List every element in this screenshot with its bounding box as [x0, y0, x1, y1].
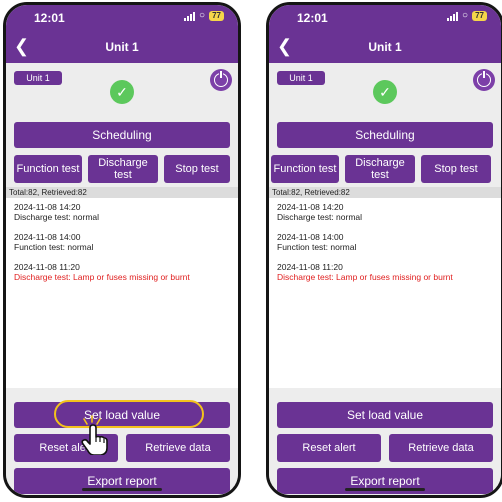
- list-item: 2024-11-08 14:00 Function test: normal: [14, 232, 93, 252]
- app-header: 12:01 ○ 77 ❮ Unit 1: [6, 5, 238, 63]
- retrieve-data-button[interactable]: Retrieve data: [389, 434, 493, 462]
- power-icon[interactable]: [473, 69, 495, 91]
- test-log-list: 2024-11-08 14:20 Discharge test: normal …: [269, 198, 501, 388]
- set-load-value-button[interactable]: Set load value: [277, 402, 493, 428]
- log-time: 2024-11-08 14:20: [14, 202, 81, 212]
- power-icon[interactable]: [210, 69, 232, 91]
- signal-icon: [447, 11, 459, 21]
- battery-icon: 77: [209, 11, 224, 21]
- log-desc: Function test: normal: [277, 242, 357, 252]
- wifi-icon: ○: [462, 10, 469, 21]
- action-row: Reset alert Retrieve data: [14, 434, 230, 462]
- log-desc-error: Discharge test: Lamp or fuses missing or…: [14, 272, 190, 282]
- status-icons: ○ 77: [447, 11, 487, 21]
- discharge-test-button[interactable]: Discharge test: [345, 155, 415, 183]
- function-test-button[interactable]: Function test: [14, 155, 82, 183]
- scheduling-button[interactable]: Scheduling: [277, 122, 493, 148]
- totals-label: Total:82, Retrieved:82: [269, 187, 501, 198]
- signal-icon: [184, 11, 196, 21]
- function-test-button[interactable]: Function test: [271, 155, 339, 183]
- status-time: 12:01: [34, 11, 65, 25]
- list-item: 2024-11-08 11:20 Discharge test: Lamp or…: [14, 262, 190, 282]
- log-desc: Discharge test: normal: [14, 212, 100, 222]
- log-desc-error: Discharge test: Lamp or fuses missing or…: [277, 272, 453, 282]
- scheduling-button[interactable]: Scheduling: [14, 122, 230, 148]
- phone-screen-right: 12:01 ○ 77 ❮ Unit 1 Unit 1 ✓ Scheduling …: [266, 2, 502, 498]
- list-item: 2024-11-08 14:00 Function test: normal: [277, 232, 356, 252]
- check-circle-icon: ✓: [373, 80, 397, 104]
- log-time: 2024-11-08 14:00: [277, 232, 344, 242]
- stop-test-button[interactable]: Stop test: [164, 155, 230, 183]
- log-time: 2024-11-08 11:20: [277, 262, 343, 272]
- status-time: 12:01: [297, 11, 328, 25]
- status-icons: ○ 77: [184, 11, 224, 21]
- discharge-test-button[interactable]: Discharge test: [88, 155, 158, 183]
- app-header: 12:01 ○ 77 ❮ Unit 1: [269, 5, 501, 63]
- main-content: Unit 1 ✓ Scheduling Function test Discha…: [269, 63, 501, 495]
- action-row: Reset alert Retrieve data: [277, 434, 493, 462]
- page-title: Unit 1: [368, 40, 402, 54]
- tap-hand-icon: [81, 415, 108, 455]
- retrieve-data-button[interactable]: Retrieve data: [126, 434, 230, 462]
- home-indicator: [82, 488, 162, 491]
- log-desc: Discharge test: normal: [277, 212, 363, 222]
- log-time: 2024-11-08 14:20: [277, 202, 344, 212]
- battery-icon: 77: [472, 11, 487, 21]
- stop-test-button[interactable]: Stop test: [421, 155, 491, 183]
- phone-screen-left: 12:01 ○ 77 ❮ Unit 1 Unit 1 ✓ Scheduling …: [3, 2, 241, 498]
- check-circle-icon: ✓: [110, 80, 134, 104]
- log-desc: Function test: normal: [14, 242, 94, 252]
- main-content: Unit 1 ✓ Scheduling Function test Discha…: [6, 63, 238, 495]
- list-item: 2024-11-08 14:20 Discharge test: normal: [277, 202, 362, 222]
- log-time: 2024-11-08 14:00: [14, 232, 81, 242]
- list-item: 2024-11-08 11:20 Discharge test: Lamp or…: [277, 262, 453, 282]
- reset-alert-button[interactable]: Reset alert: [277, 434, 381, 462]
- list-item: 2024-11-08 14:20 Discharge test: normal: [14, 202, 99, 222]
- page-title: Unit 1: [105, 40, 139, 54]
- home-indicator: [345, 488, 425, 491]
- log-time: 2024-11-08 11:20: [14, 262, 80, 272]
- unit-chip[interactable]: Unit 1: [277, 71, 325, 85]
- totals-label: Total:82, Retrieved:82: [6, 187, 238, 198]
- unit-chip[interactable]: Unit 1: [14, 71, 62, 85]
- test-log-list: 2024-11-08 14:20 Discharge test: normal …: [6, 198, 238, 388]
- wifi-icon: ○: [199, 10, 206, 21]
